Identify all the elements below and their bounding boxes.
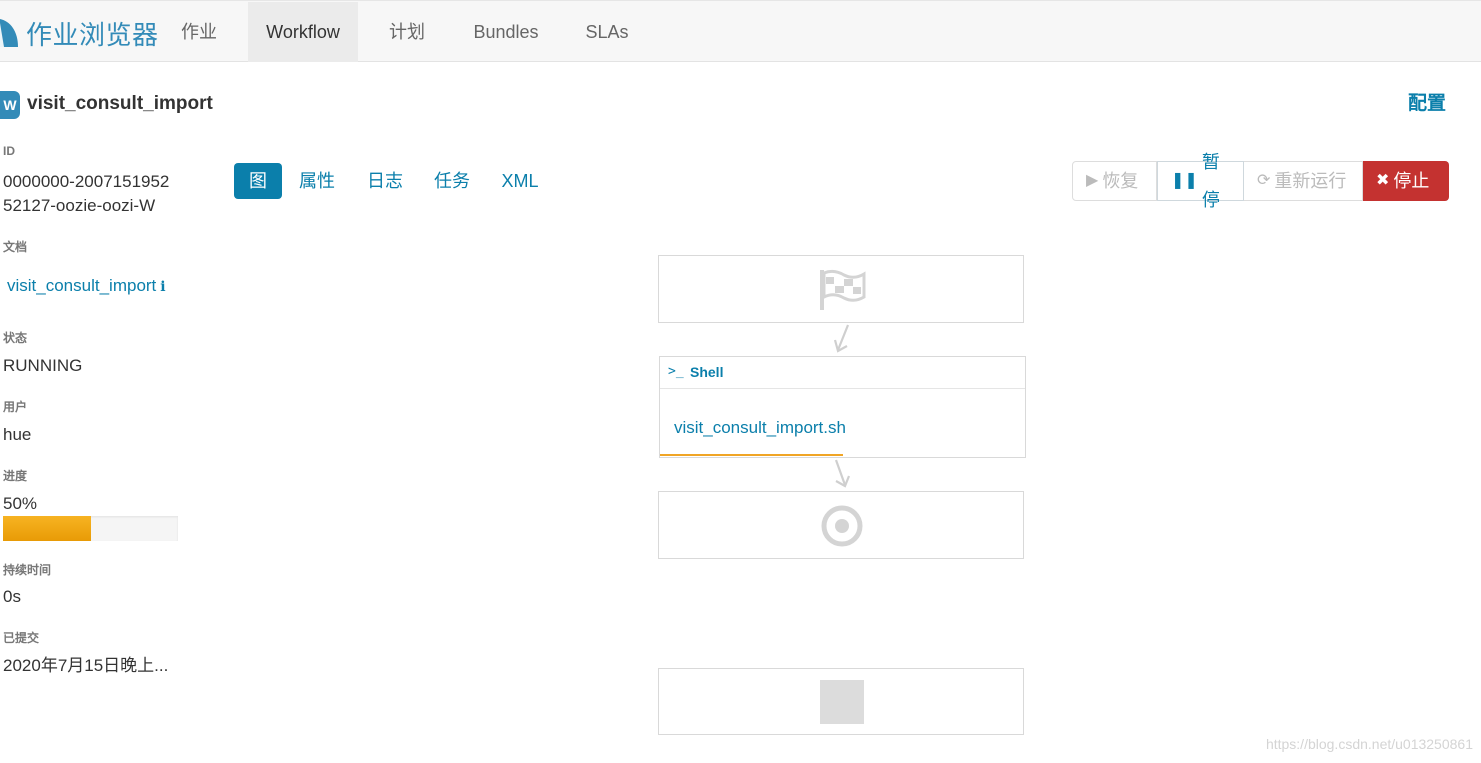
tab-logs[interactable]: 日志 <box>361 163 409 199</box>
shell-prompt-icon: >_ <box>668 364 684 379</box>
flag-icon <box>820 269 866 310</box>
hue-logo-icon <box>0 17 20 49</box>
user-label: 用户 <box>3 400 28 414</box>
id-label: ID <box>3 144 15 158</box>
submitted-label: 已提交 <box>3 631 40 645</box>
end-node[interactable] <box>658 491 1024 559</box>
workflow-name: visit_consult_import <box>27 93 213 114</box>
arrow-start-to-shell <box>833 324 850 353</box>
arrow-shell-to-end <box>834 459 851 488</box>
resume-button-label: 恢复 <box>1102 171 1139 191</box>
nav-tab-schedules[interactable]: 计划 <box>372 2 442 62</box>
refresh-icon: ⟳ <box>1257 172 1271 189</box>
doc-link[interactable]: visit_consult_import i <box>7 274 166 299</box>
tab-tasks[interactable]: 任务 <box>428 163 476 199</box>
nav-tab-slas[interactable]: SLAs <box>572 2 642 62</box>
id-value-line2: 52127-oozie-oozi-W <box>3 196 156 215</box>
kill-button-label: 停止 <box>1393 171 1430 191</box>
rerun-button[interactable]: ⟳ 重新运行 <box>1244 161 1363 201</box>
brand[interactable]: 作业浏览器 <box>0 15 159 51</box>
rerun-button-label: 重新运行 <box>1274 171 1347 191</box>
doc-link-text: visit_consult_import <box>7 276 157 295</box>
progress-label: 进度 <box>3 469 28 483</box>
shell-node-header: >_ Shell <box>660 357 1025 389</box>
duration-value: 0s <box>3 587 21 606</box>
shell-type-label: Shell <box>690 364 724 380</box>
shell-script-link[interactable]: visit_consult_import.sh <box>674 418 846 438</box>
suspend-button[interactable]: ❚❚ 暂停 <box>1157 152 1244 210</box>
watermark: https://blog.csdn.net/u013250861 <box>1265 736 1473 752</box>
tab-graph[interactable]: 图 <box>234 163 282 199</box>
brand-title: 作业浏览器 <box>26 20 159 51</box>
config-link[interactable]: 配置 <box>1408 91 1446 117</box>
id-value-line1: 0000000-2007151952 <box>3 172 170 191</box>
submitted-value: 2020年7月15日晚上... <box>3 656 169 675</box>
top-navbar: 作业浏览器 作业 Workflow 计划 Bundles SLAs <box>0 0 1481 62</box>
shell-node-progress <box>660 454 843 456</box>
progress-text: 50% <box>3 494 38 513</box>
square-icon <box>820 680 864 724</box>
kill-button[interactable]: ✖ 停止 <box>1363 161 1449 201</box>
progress-bar <box>3 516 178 541</box>
suspend-button-label: 暂停 <box>1201 152 1220 210</box>
shell-action-node[interactable]: >_ Shell visit_consult_import.sh <box>659 356 1026 458</box>
tab-xml[interactable]: XML <box>494 163 546 199</box>
start-node[interactable] <box>658 255 1024 323</box>
x-icon: ✖ <box>1376 172 1390 189</box>
nav-tab-workflow[interactable]: Workflow <box>248 2 358 62</box>
user-value: hue <box>3 425 32 444</box>
tab-properties[interactable]: 属性 <box>293 163 341 199</box>
pause-icon: ❚❚ <box>1171 172 1198 189</box>
play-icon: ▶ <box>1086 172 1099 189</box>
action-button-group: ▶ 恢复 ❚❚ 暂停 ⟳ 重新运行 ✖ 停止 <box>1072 152 1449 210</box>
nav-tab-jobs[interactable]: 作业 <box>164 2 234 62</box>
resume-button[interactable]: ▶ 恢复 <box>1072 161 1157 201</box>
target-icon <box>821 505 863 547</box>
info-icon[interactable]: i <box>160 275 165 299</box>
progress-bar-fill <box>3 516 91 541</box>
workflow-icon: W <box>0 91 20 119</box>
nav-tab-bundles[interactable]: Bundles <box>460 2 552 62</box>
duration-label: 持续时间 <box>3 563 52 577</box>
status-value: RUNNING <box>3 356 83 375</box>
status-label: 状态 <box>3 331 28 345</box>
doc-label: 文档 <box>3 240 28 254</box>
kill-node[interactable] <box>658 668 1024 735</box>
